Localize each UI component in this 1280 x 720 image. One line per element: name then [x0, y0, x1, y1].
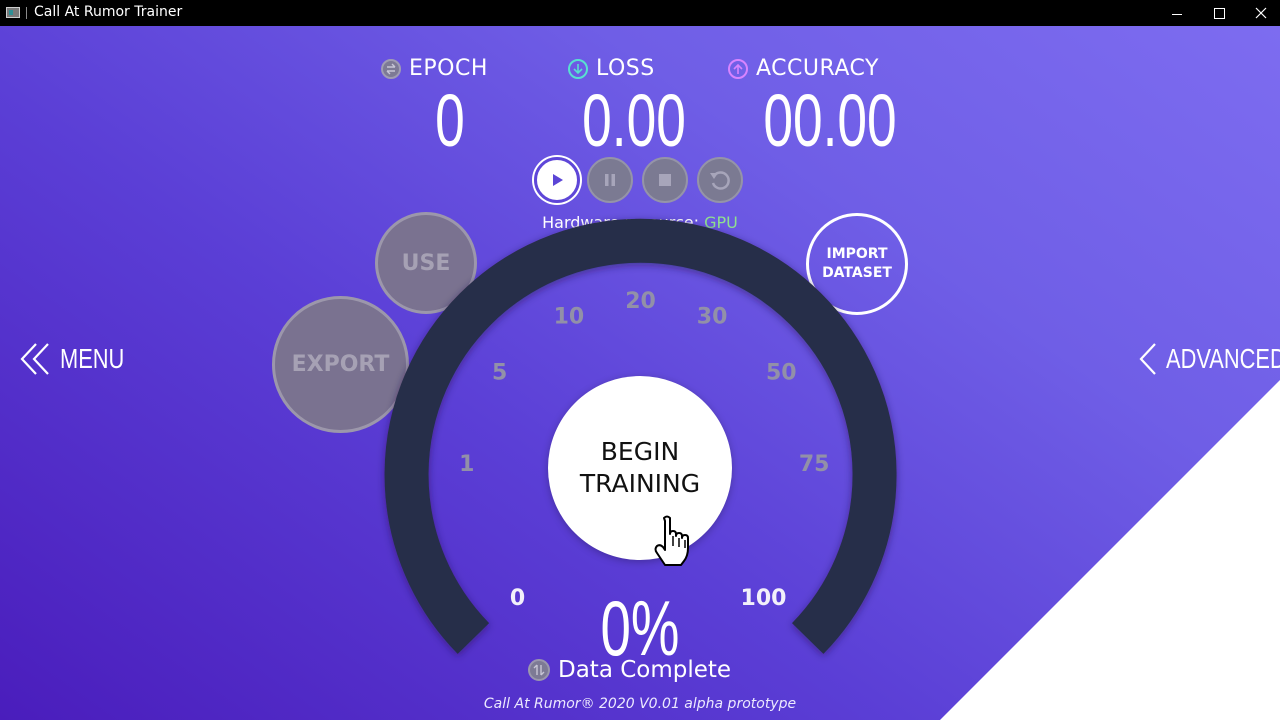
begin-label-line2: TRAINING: [579, 469, 701, 498]
app-icon: [6, 7, 20, 18]
begin-label-line1: BEGIN: [600, 437, 680, 466]
gauge-tick-75: 75: [799, 452, 830, 477]
begin-training-label: BEGIN TRAINING: [580, 436, 700, 500]
trainer-app: EPOCH 0 LOSS 0.00 ACCURACY 00.00 Hardwar…: [0, 26, 1280, 720]
window-title: Call At Rumor Trainer: [34, 4, 183, 20]
data-complete-label: Data Complete: [558, 657, 732, 683]
title-separator: [26, 7, 27, 19]
progress-percent: 0%: [600, 584, 680, 672]
gauge-tick-20: 20: [625, 289, 656, 314]
minimize-icon: [1172, 13, 1182, 15]
gauge-tick-50: 50: [766, 361, 797, 386]
gauge-tick-30: 30: [697, 304, 728, 329]
gauge-tick-100: 100: [741, 586, 787, 611]
data-complete-row: Data Complete: [528, 657, 731, 683]
gauge-tick-10: 10: [554, 304, 585, 329]
hand-cursor-icon: [654, 515, 689, 566]
gauge-tick-5: 5: [492, 361, 507, 386]
gauge-tick-0: 0: [510, 586, 525, 611]
close-icon: [1255, 7, 1267, 19]
version-footer: Call At Rumor® 2020 V0.01 alpha prototyp…: [483, 696, 797, 712]
begin-training-button[interactable]: BEGIN TRAINING: [548, 376, 732, 560]
window-titlebar: Call At Rumor Trainer: [0, 0, 1280, 26]
data-transfer-icon: [528, 659, 550, 681]
gauge-tick-1: 1: [459, 452, 474, 477]
maximize-icon: [1213, 7, 1225, 19]
maximize-button[interactable]: [1196, 0, 1242, 26]
close-button[interactable]: [1238, 0, 1280, 26]
minimize-button[interactable]: [1154, 0, 1200, 26]
